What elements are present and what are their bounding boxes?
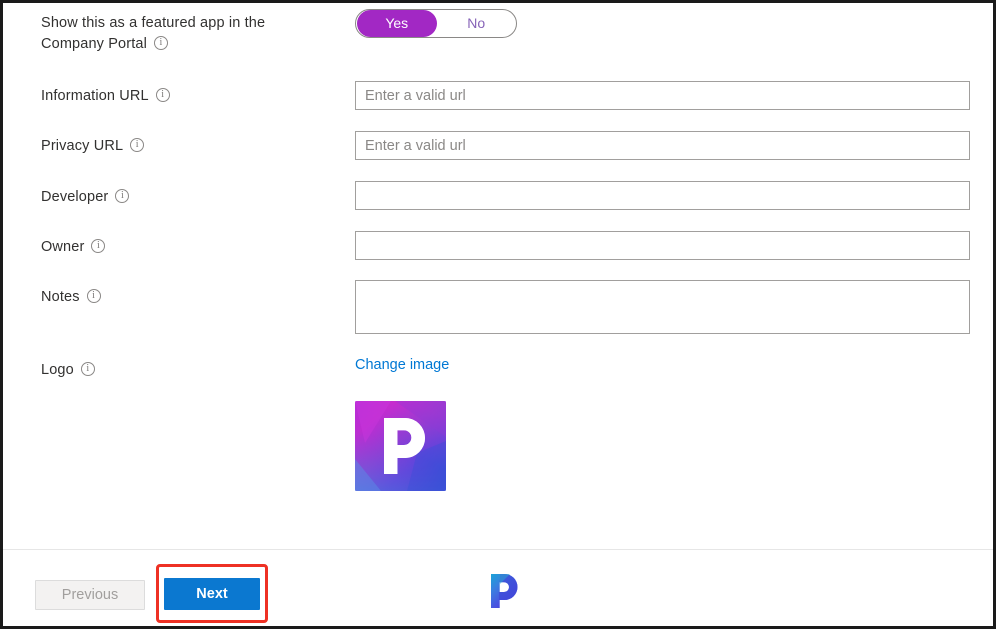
info-icon[interactable] <box>80 362 95 376</box>
change-image-link[interactable]: Change image <box>355 357 449 373</box>
info-icon[interactable] <box>154 36 168 50</box>
info-icon[interactable] <box>115 189 130 203</box>
notes-label: Notes <box>41 287 101 308</box>
privacy-url-label: Privacy URL <box>41 136 145 157</box>
developer-label: Developer <box>41 187 130 208</box>
owner-label-text: Owner <box>41 239 85 255</box>
featured-app-toggle[interactable]: Yes No <box>355 9 517 38</box>
app-information-form: Show this as a featured app in the Compa… <box>3 3 993 549</box>
developer-label-text: Developer <box>41 189 109 205</box>
featured-app-label-line1: Show this as a featured app in the <box>41 15 266 31</box>
toggle-option-no[interactable]: No <box>437 10 517 37</box>
info-icon[interactable] <box>130 138 145 152</box>
info-icon[interactable] <box>91 239 106 253</box>
information-url-label: Information URL <box>41 86 170 107</box>
information-url-input[interactable] <box>355 81 970 110</box>
logo-preview-image <box>355 401 446 491</box>
developer-input[interactable] <box>355 181 970 210</box>
logo-label: Logo <box>41 360 95 381</box>
info-icon[interactable] <box>86 289 101 303</box>
featured-app-label: Show this as a featured app in the Compa… <box>41 13 311 55</box>
owner-label: Owner <box>41 237 106 258</box>
previous-button[interactable]: Previous <box>35 580 145 610</box>
featured-app-label-line2: Company Portal <box>41 36 147 52</box>
information-url-label-text: Information URL <box>41 88 149 104</box>
next-button[interactable]: Next <box>164 578 260 610</box>
logo-label-text: Logo <box>41 362 74 378</box>
owner-input[interactable] <box>355 231 970 260</box>
footer-brand-logo <box>480 568 525 613</box>
app-window: Show this as a featured app in the Compa… <box>0 0 996 629</box>
privacy-url-label-text: Privacy URL <box>41 138 124 154</box>
notes-label-text: Notes <box>41 289 80 305</box>
privacy-url-input[interactable] <box>355 131 970 160</box>
notes-textarea[interactable] <box>355 280 970 334</box>
toggle-option-yes[interactable]: Yes <box>357 10 437 37</box>
info-icon[interactable] <box>155 88 170 102</box>
